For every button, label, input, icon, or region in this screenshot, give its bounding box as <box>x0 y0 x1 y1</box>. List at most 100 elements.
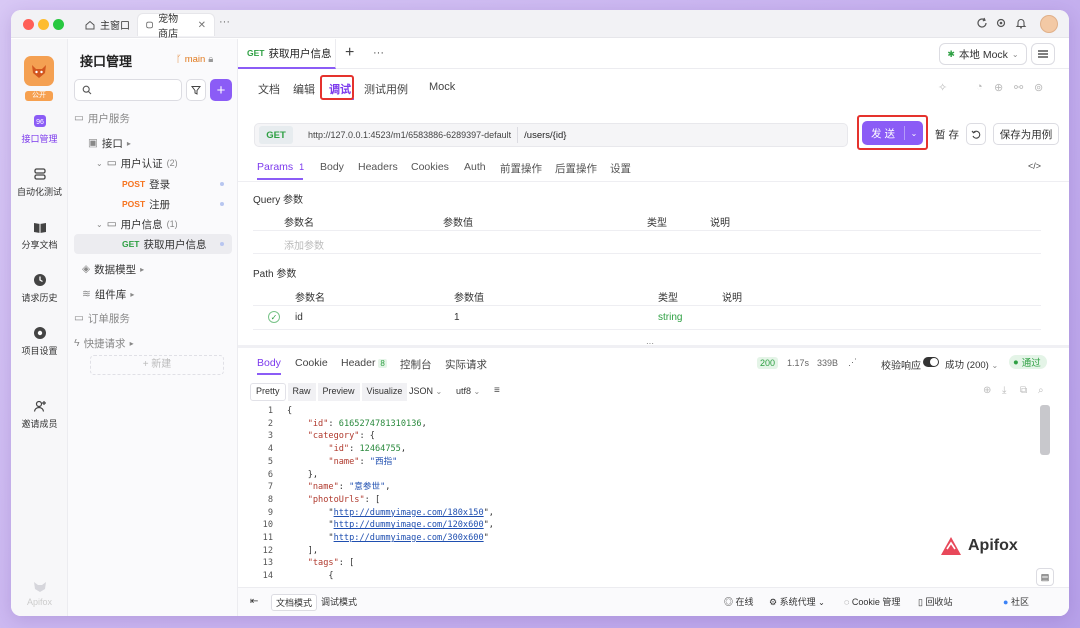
nav-invite-members[interactable]: 邀请成员 <box>11 399 68 430</box>
subtab-edit[interactable]: 编辑 <box>293 81 315 97</box>
tab-pet-store[interactable]: 宠物商店 ✕ <box>137 13 215 40</box>
path-param-value[interactable]: 1 <box>454 312 460 323</box>
menu-button[interactable] <box>1031 43 1055 65</box>
format-tab-raw[interactable]: Raw <box>287 383 316 401</box>
more-tabs-button[interactable]: ··· <box>219 16 230 28</box>
param-tab-post[interactable]: 后置操作 <box>555 161 597 176</box>
new-item-button[interactable]: + 新建 <box>90 355 224 375</box>
environment-selector[interactable]: ✱ 本地 Mock ⌄ <box>939 43 1027 65</box>
format-tab-visualize[interactable]: Visualize <box>361 383 408 401</box>
tree-api-register[interactable]: POST 注册 <box>74 194 232 214</box>
param-tab-cookies[interactable]: Cookies <box>411 161 449 173</box>
chevron-down-icon[interactable]: ⌄ <box>905 129 923 138</box>
encoding-select[interactable]: utf8 ⌄ <box>456 386 480 396</box>
wrap-icon[interactable]: ≡ <box>494 385 500 396</box>
path-param-type[interactable]: string <box>658 312 682 323</box>
filter-button[interactable] <box>186 79 206 101</box>
format-select[interactable]: JSON ⌄ <box>409 386 442 396</box>
community-link[interactable]: ● 社区 <box>1003 595 1029 608</box>
param-tab-body[interactable]: Body <box>320 161 344 173</box>
save-as-case-button[interactable]: 保存为用例 <box>993 123 1059 145</box>
tree-group-quick-request[interactable]: ϟ 快捷请求 ▸ <box>74 333 232 353</box>
upload-icon[interactable]: ⊕ <box>983 385 991 396</box>
save-temp-button[interactable]: 暂 存 <box>930 123 964 145</box>
tab-home[interactable]: 主窗口 <box>77 13 138 36</box>
close-tab-icon[interactable]: ✕ <box>198 20 206 31</box>
resp-tab-actual-request[interactable]: 实际请求 <box>445 357 487 372</box>
tree-folder-userinfo[interactable]: ⌄ ▭ 用户信息 (1) <box>74 214 232 234</box>
add-param-input[interactable]: 添加参数 <box>284 237 324 252</box>
format-tab-preview[interactable]: Preview <box>317 383 360 401</box>
drag-handle-icon[interactable]: ··· <box>646 339 654 348</box>
param-tab-headers[interactable]: Headers <box>358 161 398 173</box>
doc-mode-button[interactable]: 文档模式 <box>271 594 318 611</box>
resp-tab-body[interactable]: Body <box>257 357 281 369</box>
path-input[interactable]: /users/{id} <box>524 130 566 141</box>
path-param-name[interactable]: id <box>295 312 303 323</box>
add-tab-button[interactable]: + <box>345 44 354 62</box>
format-tab-pretty[interactable]: Pretty <box>250 383 286 401</box>
branch-selector[interactable]: ᚴ main 🔒︎ <box>176 54 213 65</box>
scrollbar-thumb[interactable] <box>1040 405 1050 455</box>
resp-tab-header[interactable]: Header 8 <box>341 357 387 369</box>
base-url[interactable]: http://127.0.0.1:4523/m1/6583886-6289397… <box>308 130 511 140</box>
bell-icon[interactable] <box>1015 17 1027 29</box>
nav-share-docs[interactable]: 分享文档 <box>11 220 68 251</box>
tab-get-user-info[interactable]: GET 获取用户信息 <box>238 39 336 69</box>
online-status[interactable]: ◎ 在线 <box>724 595 754 608</box>
settings-icon[interactable] <box>995 17 1007 29</box>
debug-mode-button[interactable]: 调试模式 <box>321 595 357 608</box>
close-window-button[interactable] <box>23 19 34 30</box>
avatar[interactable] <box>1040 15 1058 33</box>
minimize-window-button[interactable] <box>38 19 49 30</box>
more-icon[interactable]: ··· <box>373 47 384 59</box>
tree-folder-auth[interactable]: ⌄ ▭ 用户认证 (2) <box>74 153 232 173</box>
share-icon[interactable]: ⋰ <box>848 357 857 368</box>
param-tab-pre[interactable]: 前置操作 <box>500 161 542 176</box>
collapse-icon[interactable]: ⇤ <box>250 596 258 607</box>
magic-icon[interactable]: ✧ <box>938 81 947 94</box>
layout-toggle-button[interactable]: ▤ <box>1036 568 1054 586</box>
code-icon[interactable]: </> <box>1028 161 1041 171</box>
search-input[interactable] <box>74 79 182 101</box>
subtab-mock[interactable]: Mock <box>429 81 455 93</box>
tree-group-user-service[interactable]: ▭ 用户服务 <box>74 108 232 128</box>
settings-icon[interactable]: ⊚ <box>1034 81 1043 94</box>
add-api-button[interactable]: + <box>210 79 232 101</box>
subtab-test-cases[interactable]: 测试用例 <box>364 81 408 97</box>
share-icon[interactable]: ⊕ <box>994 81 1003 94</box>
nav-api-management[interactable]: 96 接口管理 <box>11 114 68 145</box>
method-select[interactable]: GET <box>259 126 293 144</box>
link-icon[interactable]: ⚯ <box>1014 81 1023 94</box>
tree-components[interactable]: ≋ 组件库 ▸ <box>74 284 232 304</box>
param-tab-settings[interactable]: 设置 <box>610 161 631 176</box>
response-body[interactable]: 1{2 "id": 6165274781310136, 3 "category":… <box>251 405 1052 581</box>
tree-folder-api[interactable]: ▣ 接口 ▸ <box>74 133 232 153</box>
verify-toggle[interactable] <box>923 357 939 367</box>
resp-tab-cookie[interactable]: Cookie <box>295 357 328 369</box>
recycle-bin[interactable]: ▯ 回收站 <box>918 595 952 608</box>
send-button[interactable]: 发 送 ⌄ <box>862 121 923 145</box>
url-bar[interactable]: GET http://127.0.0.1:4523/m1/6583886-628… <box>254 123 848 147</box>
tree-api-login[interactable]: POST 登录 <box>74 174 232 194</box>
project-logo[interactable] <box>24 56 54 86</box>
subtab-docs[interactable]: 文档 <box>258 81 280 97</box>
chart-icon[interactable]: ◔ <box>976 81 983 93</box>
search-icon[interactable]: ⌕ <box>1038 385 1044 396</box>
maximize-window-button[interactable] <box>53 19 64 30</box>
resp-tab-console[interactable]: 控制台 <box>400 357 432 372</box>
refresh-icon[interactable] <box>976 17 988 29</box>
download-icon[interactable]: ⤓ <box>1002 385 1006 396</box>
proxy-selector[interactable]: ⚙ 系统代理 ⌄ <box>769 595 825 608</box>
tree-api-get-user[interactable]: GET 获取用户信息 <box>74 234 232 254</box>
nav-project-settings[interactable]: 项目设置 <box>11 326 68 357</box>
tree-data-models[interactable]: ◈ 数据模型 ▸ <box>74 259 232 279</box>
reset-button[interactable] <box>966 123 986 145</box>
success-selector[interactable]: 成功 (200) ⌄ <box>945 357 998 371</box>
param-enabled-checkbox[interactable]: ✓ <box>268 311 280 323</box>
nav-automation-testing[interactable]: 自动化测试 <box>11 167 68 198</box>
param-tab-auth[interactable]: Auth <box>464 161 486 173</box>
param-tab-params[interactable]: Params 1 <box>257 161 304 173</box>
copy-icon[interactable]: ⧉ <box>1020 385 1027 396</box>
tree-group-order-service[interactable]: ▭ 订单服务 <box>74 308 232 328</box>
